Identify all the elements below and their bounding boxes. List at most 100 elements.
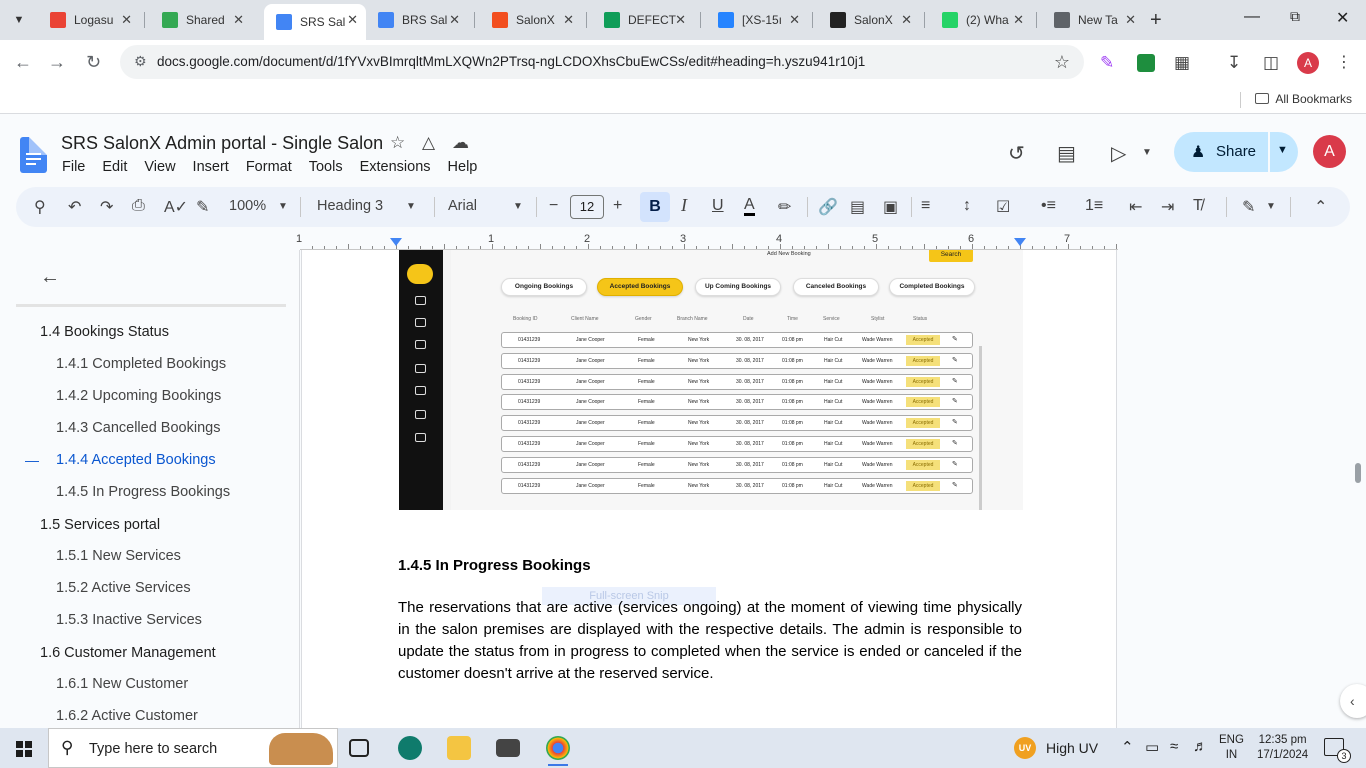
- text-color-button[interactable]: A: [744, 197, 755, 216]
- hide-menus-icon[interactable]: ⌃: [1314, 197, 1327, 217]
- line-spacing-icon[interactable]: ↕: [963, 197, 971, 215]
- forward-arrow-icon[interactable]: →: [48, 52, 66, 73]
- undo-icon[interactable]: ↶: [68, 197, 81, 217]
- browser-menu-icon[interactable]: ⋮: [1336, 52, 1352, 72]
- paragraph-style-select[interactable]: Heading 3: [317, 198, 383, 214]
- browser-tab[interactable]: [XS-15ı ✕: [706, 4, 808, 36]
- close-tab-icon[interactable]: ✕: [1125, 12, 1136, 28]
- menu-tools[interactable]: Tools: [309, 159, 343, 175]
- new-tab-button[interactable]: +: [1150, 9, 1162, 32]
- outline-heading-item[interactable]: 1.5.2 Active Services: [56, 580, 191, 596]
- add-comment-icon[interactable]: ▤: [850, 197, 865, 217]
- bold-button[interactable]: B: [640, 192, 670, 222]
- chevron-down-icon[interactable]: ▼: [278, 201, 288, 212]
- input-language[interactable]: ENG IN: [1219, 733, 1244, 763]
- close-tab-icon[interactable]: ✕: [1013, 12, 1024, 28]
- comments-icon[interactable]: ▤: [1057, 141, 1076, 166]
- print-icon[interactable]: ⎙: [132, 197, 145, 215]
- download-icon[interactable]: ↧: [1227, 53, 1241, 73]
- clear-formatting-icon[interactable]: T̸: [1193, 197, 1203, 215]
- version-history-icon[interactable]: ↺: [1008, 141, 1025, 166]
- close-tab-icon[interactable]: ✕: [233, 12, 244, 28]
- menu-extensions[interactable]: Extensions: [360, 159, 431, 175]
- browser-tab[interactable]: Shared ✕: [150, 4, 252, 36]
- chevron-down-icon[interactable]: ▼: [406, 201, 416, 212]
- align-icon[interactable]: ≡: [921, 197, 930, 215]
- bookmark-star-icon[interactable]: ☆: [1054, 52, 1070, 73]
- font-select[interactable]: Arial: [448, 198, 477, 214]
- document-title[interactable]: SRS SalonX Admin portal - Single Salon: [61, 133, 383, 154]
- file-explorer-icon[interactable]: [447, 736, 471, 760]
- close-tab-icon[interactable]: ✕: [449, 12, 460, 28]
- menu-file[interactable]: File: [62, 159, 85, 175]
- edge-browser-icon[interactable]: [398, 736, 422, 760]
- left-indent-marker[interactable]: [390, 238, 402, 246]
- font-size-input[interactable]: 12: [570, 195, 604, 219]
- outline-heading-item[interactable]: 1.5 Services portal: [40, 517, 160, 533]
- weather-uv-icon[interactable]: UV: [1014, 737, 1036, 759]
- close-tab-icon[interactable]: ✕: [675, 12, 686, 28]
- chevron-down-icon[interactable]: ▼: [1266, 201, 1276, 212]
- embedded-screenshot[interactable]: Add New Booking Search Ongoing Bookings A…: [399, 250, 1023, 510]
- increase-indent-icon[interactable]: ⇥: [1161, 197, 1174, 217]
- chevron-down-icon[interactable]: ▼: [513, 201, 523, 212]
- section-heading[interactable]: 1.4.5 In Progress Bookings: [398, 557, 591, 574]
- highlight-color-icon[interactable]: ✏: [778, 197, 791, 217]
- paint-format-icon[interactable]: ✎: [196, 197, 209, 217]
- back-arrow-icon[interactable]: ←: [14, 52, 32, 73]
- menu-edit[interactable]: Edit: [102, 159, 127, 175]
- task-view-icon[interactable]: [349, 739, 369, 757]
- close-outline-arrow-icon[interactable]: ←: [40, 266, 60, 289]
- pen-extension-icon[interactable]: ✎: [1100, 53, 1114, 73]
- star-icon[interactable]: ☆: [390, 133, 405, 153]
- green-extension-icon[interactable]: [1137, 54, 1155, 72]
- menu-help[interactable]: Help: [448, 159, 478, 175]
- outline-heading-item[interactable]: 1.6 Customer Management: [40, 645, 216, 661]
- outline-heading-item[interactable]: 1.4.4 Accepted Bookings: [56, 452, 216, 468]
- bulleted-list-icon[interactable]: •≡: [1041, 197, 1056, 215]
- browser-tab[interactable]: Logasu ✕: [38, 4, 140, 36]
- vertical-scrollbar-thumb[interactable]: [1355, 463, 1361, 483]
- show-side-panel-icon[interactable]: ‹: [1340, 684, 1366, 718]
- show-hidden-icons-chevron-icon[interactable]: ⌃: [1121, 738, 1134, 756]
- outline-heading-item[interactable]: 1.5.1 New Services: [56, 548, 181, 564]
- underline-button[interactable]: U: [712, 197, 724, 215]
- windows-start-icon[interactable]: [16, 741, 32, 757]
- chevron-down-icon[interactable]: ▼: [1142, 147, 1152, 158]
- move-folder-icon[interactable]: △: [422, 133, 435, 153]
- outline-heading-item[interactable]: 1.5.3 Inactive Services: [56, 612, 202, 628]
- meet-camera-icon[interactable]: ▷: [1111, 141, 1126, 166]
- redo-icon[interactable]: ↷: [100, 197, 113, 217]
- browser-tab[interactable]: (2) Wha ✕: [930, 4, 1032, 36]
- system-clock[interactable]: 12:35 pm 17/1/2024: [1257, 733, 1308, 763]
- chrome-taskbar-icon[interactable]: [546, 736, 570, 766]
- zoom-select[interactable]: 100%: [229, 198, 266, 214]
- spellcheck-icon[interactable]: A✓: [164, 197, 188, 217]
- browser-tab[interactable]: SalonX ✕: [480, 4, 582, 36]
- browser-tab[interactable]: SRS Sal ✕: [264, 4, 366, 40]
- profile-avatar[interactable]: A: [1297, 52, 1319, 74]
- taskbar-search-box[interactable]: ⚲ Type here to search: [48, 728, 338, 768]
- reload-icon[interactable]: ↻: [86, 52, 101, 73]
- document-page[interactable]: Add New Booking Search Ongoing Bookings A…: [301, 250, 1117, 728]
- mail-icon[interactable]: [496, 739, 520, 757]
- url-text[interactable]: docs.google.com/document/d/1fYVxvBImrqlt…: [157, 54, 865, 69]
- menu-insert[interactable]: Insert: [193, 159, 229, 175]
- outline-heading-item[interactable]: 1.6.1 New Customer: [56, 676, 188, 692]
- outline-heading-item[interactable]: 1.6.2 Active Customer: [56, 708, 198, 724]
- restore-button[interactable]: ⧉: [1290, 8, 1300, 25]
- extensions-puzzle-icon[interactable]: ▦: [1174, 53, 1190, 73]
- all-bookmarks-button[interactable]: All Bookmarks: [1255, 92, 1352, 106]
- decrease-indent-icon[interactable]: ⇤: [1129, 197, 1142, 217]
- tab-search-icon[interactable]: ▼: [8, 9, 30, 31]
- outline-heading-item[interactable]: 1.4.1 Completed Bookings: [56, 356, 226, 372]
- insert-image-icon[interactable]: ▣: [883, 197, 898, 217]
- italic-button[interactable]: I: [681, 195, 687, 216]
- notifications-icon[interactable]: 3: [1324, 738, 1351, 763]
- minimize-button[interactable]: —: [1244, 8, 1260, 26]
- share-button[interactable]: ♟ Share ▼: [1174, 132, 1298, 172]
- close-tab-icon[interactable]: ✕: [901, 12, 912, 28]
- docs-logo-icon[interactable]: [20, 137, 47, 173]
- search-menus-icon[interactable]: ⚲: [34, 197, 46, 217]
- wifi-icon[interactable]: ≈: [1170, 738, 1178, 755]
